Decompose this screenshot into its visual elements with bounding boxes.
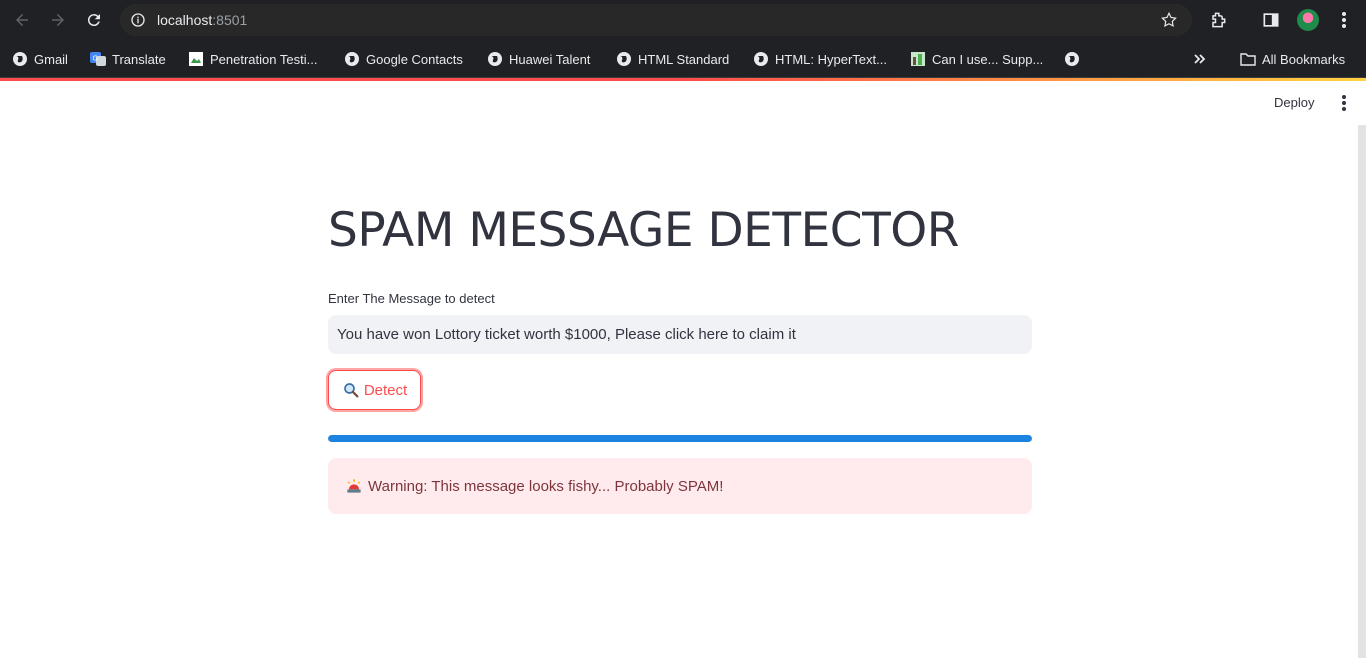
globe-icon [754, 52, 768, 66]
bookmark-html-standard[interactable]: HTML Standard [616, 49, 729, 69]
url-text[interactable]: localhost:8501 [157, 12, 247, 28]
page-scrollbar[interactable] [1358, 125, 1366, 658]
bookmark-html-hypertext[interactable]: HTML: HyperText... [753, 49, 887, 69]
more-bookmarks-chevron[interactable] [1192, 49, 1214, 69]
bookmark-star-icon[interactable] [1160, 11, 1178, 29]
page-title: SPAM MESSAGE DETECTOR [328, 203, 959, 258]
message-input[interactable] [328, 315, 1032, 354]
detect-button[interactable]: Detect [328, 370, 421, 410]
bookmark-can-i-use[interactable]: Can I use... Supp... [910, 49, 1043, 69]
bookmark-translate[interactable]: G Translate [90, 49, 166, 69]
image-icon [911, 52, 925, 66]
deploy-button[interactable]: Deploy [1266, 93, 1322, 112]
address-bar[interactable]: localhost:8501 [120, 4, 1192, 36]
magnifying-glass-icon [343, 383, 359, 398]
bookmark-google-contacts[interactable]: Google Contacts [344, 49, 463, 69]
spam-warning-alert: Warning: This message looks fishy... Pro… [328, 458, 1032, 514]
app-menu-icon[interactable] [1334, 95, 1354, 111]
message-input-label: Enter The Message to detect [328, 291, 495, 306]
folder-icon [1240, 53, 1256, 66]
globe-icon [1065, 52, 1079, 66]
globe-icon [617, 52, 631, 66]
browser-toolbar: localhost:8501 [0, 0, 1366, 40]
globe-icon [345, 52, 359, 66]
translate-icon: G [90, 52, 106, 66]
bookmark-penetration-testing[interactable]: Penetration Testi... [188, 49, 317, 69]
browser-menu-icon[interactable] [1336, 12, 1352, 28]
side-panel-icon[interactable] [1261, 10, 1281, 30]
progress-fill [328, 435, 1032, 442]
double-chevron-right-icon [1194, 54, 1206, 64]
site-info-icon[interactable] [130, 12, 146, 28]
svg-text:G: G [93, 55, 98, 63]
reload-button[interactable] [82, 8, 106, 32]
globe-icon [488, 52, 502, 66]
forward-button[interactable] [46, 8, 70, 32]
globe-icon [13, 52, 27, 66]
bookmark-huawei-talent[interactable]: Huawei Talent [487, 49, 590, 69]
bookmark-untitled[interactable] [1064, 49, 1086, 69]
police-siren-icon [347, 479, 361, 493]
profile-avatar[interactable] [1297, 9, 1319, 31]
streamlit-app: Deploy SPAM MESSAGE DETECTOR Enter The M… [0, 81, 1366, 658]
all-bookmarks-button[interactable]: All Bookmarks [1240, 49, 1345, 69]
arrow-left-icon [16, 14, 28, 26]
extensions-icon[interactable] [1208, 10, 1228, 30]
bookmark-gmail[interactable]: Gmail [12, 49, 68, 69]
progress-bar [328, 435, 1032, 442]
back-button[interactable] [10, 8, 34, 32]
arrow-right-icon [52, 14, 64, 26]
reload-icon [87, 14, 100, 27]
bookmarks-bar: Gmail G Translate Penetration Testi... G… [0, 40, 1366, 78]
page-icon [189, 52, 203, 66]
